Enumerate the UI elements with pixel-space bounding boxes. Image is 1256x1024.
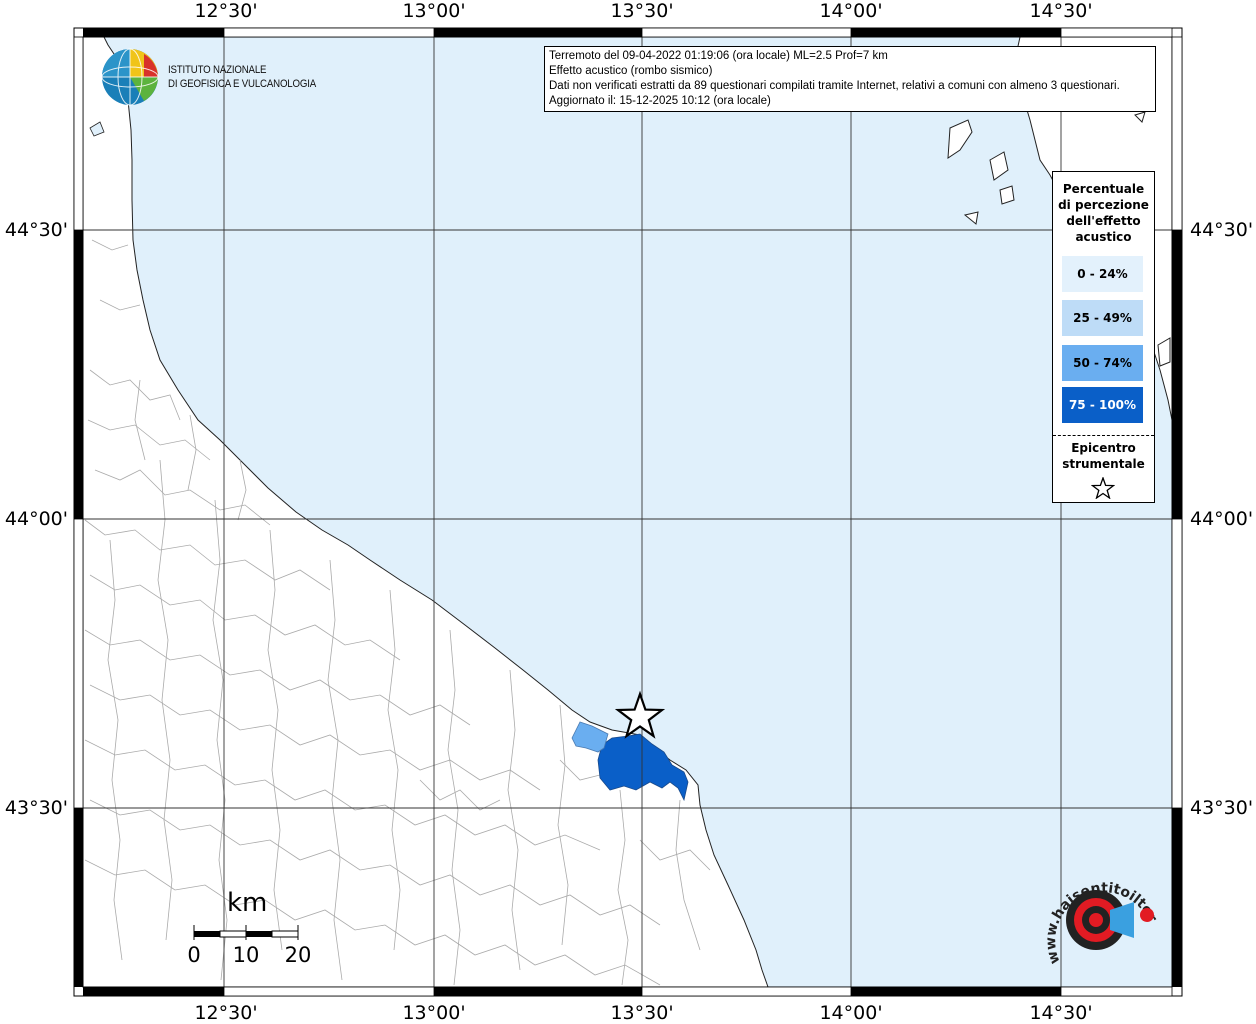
ingv-logo-line: ISTITUTO NAZIONALE: [168, 64, 267, 76]
lon-label-top-3: 13°30': [610, 0, 674, 22]
legend-title-line: di percezione: [1058, 198, 1149, 212]
legend-title-line: acustico: [1075, 230, 1132, 244]
event-info-box: Terremoto del 09-04-2022 01:19:06 (ora l…: [544, 46, 1156, 112]
lat-label-right-1: 44°30': [1190, 219, 1254, 241]
legend-item-75-100: 75 - 100%: [1062, 387, 1143, 423]
legend-separator: [1053, 435, 1154, 436]
lon-label-top-1: 12°30': [194, 0, 258, 22]
legend-item-0-24: 0 - 24%: [1062, 256, 1143, 292]
ingv-logo-line: DI GEOFISICA E VULCANOLOGIA: [168, 78, 317, 90]
ingv-globe-icon: [101, 48, 159, 106]
legend-title-line: dell'effetto: [1066, 214, 1141, 228]
lon-label-bottom-2: 13°00': [402, 1002, 466, 1024]
event-info-line: Effetto acustico (rombo sismico): [549, 65, 713, 77]
lat-label-left-3: 43°30': [4, 797, 68, 819]
legend-item-50-74: 50 - 74%: [1062, 345, 1143, 381]
event-info-line: Terremoto del 09-04-2022 01:19:06 (ora l…: [549, 50, 888, 62]
scale-label-0: 0: [187, 943, 201, 967]
haisentito-logo-icon: www.haisentitoilterremoto.it: [1030, 858, 1160, 966]
lon-label-bottom-5: 14°30': [1029, 1002, 1093, 1024]
scale-label-10: 10: [232, 943, 260, 967]
ingv-logo-text: ISTITUTO NAZIONALE DI GEOFISICA E VULCAN…: [168, 63, 316, 91]
lon-label-top-4: 14°00': [819, 0, 883, 22]
legend-epicenter-line: Epicentro: [1071, 441, 1136, 455]
legend-title-line: Percentuale: [1062, 182, 1145, 196]
lat-label-left-2: 44°00': [4, 508, 68, 530]
lat-label-left-1: 44°30': [4, 219, 68, 241]
legend-star-icon: [1091, 477, 1115, 499]
lon-label-bottom-4: 14°00': [819, 1002, 883, 1024]
event-info-line: Aggiornato il: 15-12-2025 10:12 (ora loc…: [549, 95, 771, 107]
legend-epicenter-line: strumentale: [1062, 457, 1145, 471]
scale-unit-label: km: [227, 888, 268, 918]
lon-label-top-5: 14°30': [1029, 0, 1093, 22]
legend-epicenter-label: Epicentro strumentale: [1053, 440, 1154, 472]
lat-label-right-3: 43°30': [1190, 797, 1254, 819]
lon-label-bottom-1: 12°30': [194, 1002, 258, 1024]
lon-label-bottom-3: 13°30': [610, 1002, 674, 1024]
event-info-line: Dati non verificati estratti da 89 quest…: [549, 80, 1120, 92]
scale-label-20: 20: [284, 943, 312, 967]
lat-label-right-2: 44°00': [1190, 508, 1254, 530]
legend-title: Percentuale di percezione dell'effetto a…: [1053, 181, 1154, 245]
legend-item-25-49: 25 - 49%: [1062, 300, 1143, 336]
lon-label-top-2: 13°00': [402, 0, 466, 22]
map-legend: Percentuale di percezione dell'effetto a…: [1052, 171, 1155, 503]
